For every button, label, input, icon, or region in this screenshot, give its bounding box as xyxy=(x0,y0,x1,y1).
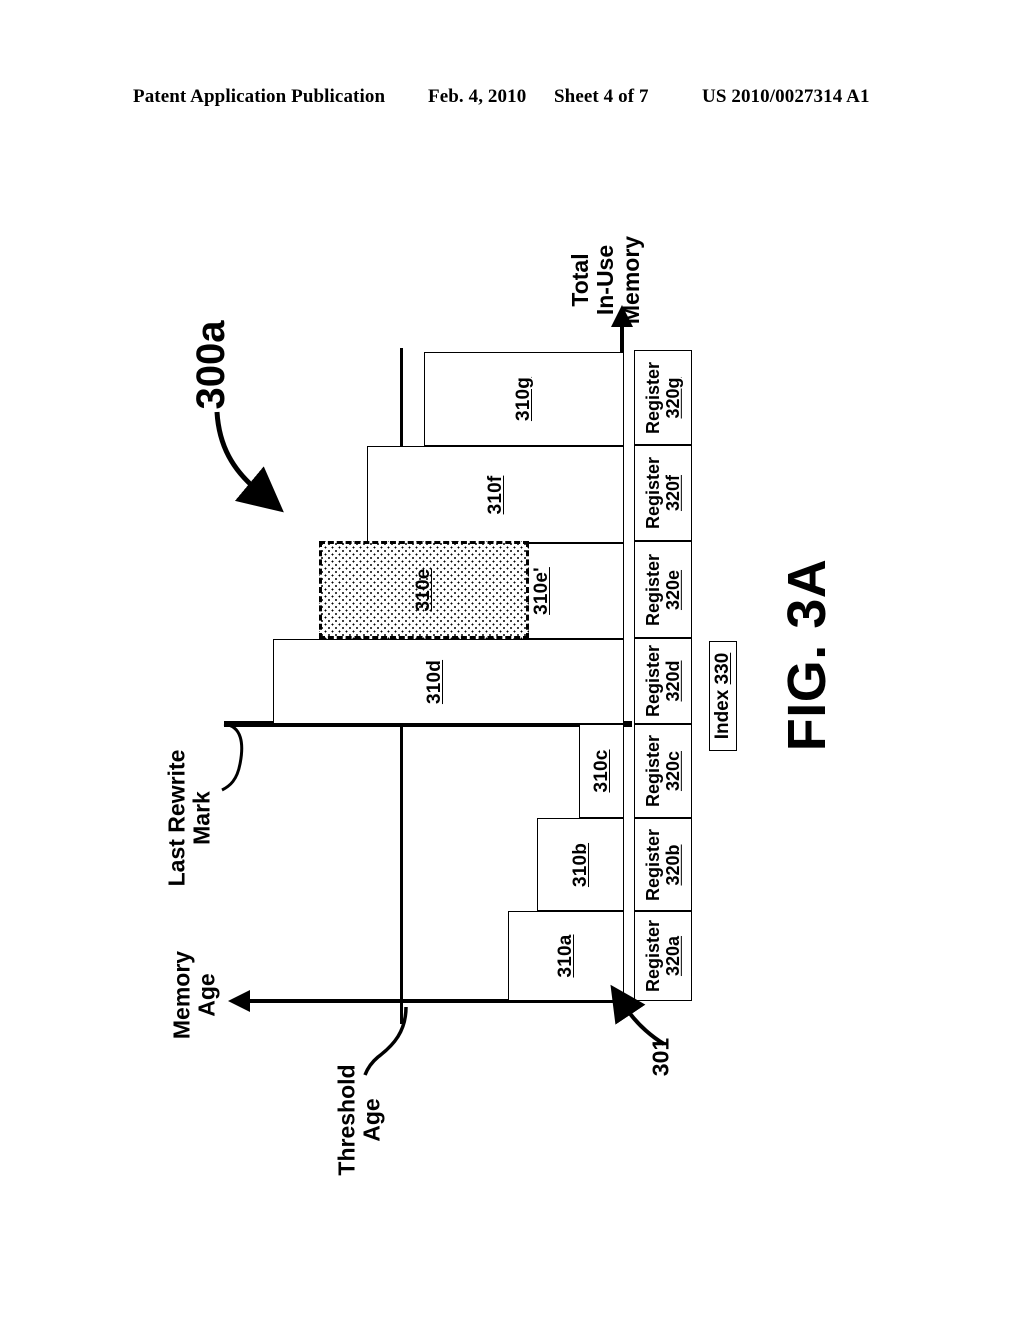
register-box-320g: Register 320g xyxy=(634,350,692,445)
in-use-memory-axis-label-line3: Memory xyxy=(617,235,644,325)
index-330-number: 330 xyxy=(712,652,733,685)
memory-bar-310g: 310g xyxy=(424,352,624,446)
register-box-320e: Register 320e xyxy=(634,541,692,638)
register-box-320b: Register 320b xyxy=(634,818,692,911)
last-rewrite-mark-label-line1: Last Rewrite xyxy=(163,749,190,887)
last-rewrite-mark-label-line2: Mark xyxy=(189,791,215,845)
memory-bar-310e-prime-label: 310e' xyxy=(531,567,553,615)
memory-bar-310g-label: 310g xyxy=(513,376,534,422)
register-box-320f-number: 320f xyxy=(663,474,683,512)
in-use-memory-axis-label-line1: Total xyxy=(567,253,594,307)
memory-bar-310b: 310b xyxy=(537,818,624,911)
memory-age-axis-label-line2: Age xyxy=(194,973,220,1017)
memory-age-axis-arrowhead-icon xyxy=(228,990,250,1012)
memory-bar-310d: 310d xyxy=(273,639,624,724)
register-box-320d: Register 320d xyxy=(634,638,692,724)
memory-bar-310b-label: 310b xyxy=(569,842,591,887)
register-box-320e-number: 320e xyxy=(663,569,683,610)
register-box-320d-number: 320d xyxy=(663,660,683,702)
register-box-320a-number: 320a xyxy=(663,935,683,977)
figure-caption: FIG. 3A xyxy=(777,558,837,752)
memory-bar-310e: 310e xyxy=(319,541,529,639)
register-box-320f: Register 320f xyxy=(634,445,692,541)
register-box-320d-name: Register xyxy=(642,644,663,718)
figure-reference-300a-leader-arrow-icon xyxy=(214,411,284,513)
threshold-age-label-line1: Threshold xyxy=(333,1064,360,1176)
memory-bar-310d-label: 310d xyxy=(423,659,445,704)
register-box-320e-name: Register xyxy=(642,553,663,626)
last-rewrite-mark-leader-icon xyxy=(221,722,244,792)
memory-bar-310e-label: 310e xyxy=(413,568,434,612)
threshold-age-leader-icon xyxy=(363,1006,408,1076)
memory-age-axis-label: Memory Age xyxy=(160,940,230,1050)
register-box-320c-name: Register xyxy=(642,734,663,808)
memory-age-axis-label-line1: Memory xyxy=(168,950,195,1040)
register-box-320a-name: Register xyxy=(642,919,663,993)
memory-bar-310f: 310f xyxy=(367,446,624,543)
register-box-320b-name: Register xyxy=(642,828,663,901)
register-box-320g-number: 320g xyxy=(663,376,683,419)
patent-figure: 310g 310f 310e' 310e 310d 310c 310b 310a… xyxy=(0,0,1024,1320)
register-box-320f-name: Register xyxy=(642,456,663,530)
register-box-320g-name: Register xyxy=(642,361,663,434)
index-330-box: Index 330 xyxy=(709,641,737,751)
register-box-320c-number: 320c xyxy=(663,750,683,792)
in-use-memory-axis-label-line2: In-Use xyxy=(592,244,619,316)
memory-bar-310a: 310a xyxy=(508,911,624,1001)
memory-bar-310a-label: 310a xyxy=(555,934,576,978)
register-box-320c: Register 320c xyxy=(634,724,692,818)
in-use-memory-axis-label: Total In-Use Memory xyxy=(546,228,666,332)
index-330-label: Index xyxy=(712,689,733,740)
memory-bar-310f-label: 310f xyxy=(484,475,506,514)
baseline-reference-301-leader-arrow-icon xyxy=(610,984,666,1046)
register-box-320b-number: 320b xyxy=(663,843,683,886)
memory-bar-310c: 310c xyxy=(579,724,624,818)
